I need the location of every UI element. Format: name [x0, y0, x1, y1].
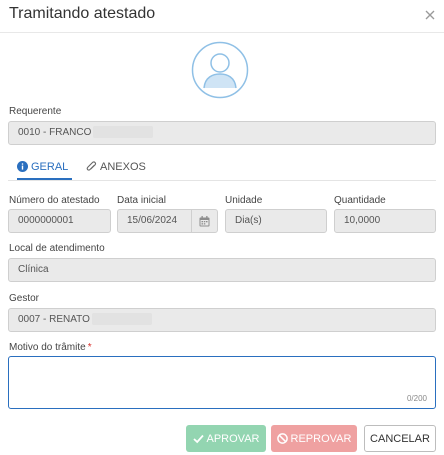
gestor-value: 0007 - RENATO — [18, 314, 90, 325]
requerente-label: Requerente — [9, 106, 62, 117]
dialog-header: Tramitando atestado — [0, 0, 444, 33]
approve-button-label: APROVAR — [206, 432, 260, 445]
approve-button[interactable]: APROVAR — [186, 425, 266, 452]
tab-bar: GERAL ANEXOS — [8, 155, 436, 181]
info-circle-icon — [17, 161, 28, 172]
local-field: Clínica — [8, 258, 436, 282]
ban-icon — [276, 433, 291, 444]
motivo-label-text: Motivo do trâmite — [9, 342, 86, 353]
close-icon[interactable] — [421, 6, 439, 24]
reject-button-label: REPROVAR — [290, 432, 352, 445]
cancel-button[interactable]: CANCELAR — [364, 425, 436, 452]
user-avatar-icon — [191, 41, 249, 99]
motivo-textarea[interactable]: 0/200 — [8, 356, 436, 409]
char-counter: 0/200 — [406, 394, 427, 403]
quantidade-label: Quantidade — [334, 195, 386, 206]
dialog-title: Tramitando atestado — [9, 5, 156, 22]
motivo-label: Motivo do trâmite * — [9, 342, 92, 353]
local-label: Local de atendimento — [9, 243, 105, 254]
check-icon — [192, 434, 207, 444]
requerente-field: 0010 - FRANCO — [8, 121, 436, 145]
tab-geral-label: GERAL — [31, 160, 69, 173]
gestor-label: Gestor — [9, 293, 40, 304]
data-inicial-field: 15/06/2024 — [117, 209, 192, 233]
reject-button[interactable]: REPROVAR — [271, 425, 357, 452]
required-mark: * — [87, 342, 92, 353]
paperclip-icon — [86, 161, 97, 173]
unidade-label: Unidade — [225, 195, 263, 206]
gestor-field: 0007 - RENATO — [8, 308, 436, 332]
tab-anexos-label: ANEXOS — [100, 161, 146, 173]
calendar-icon — [199, 215, 210, 227]
unidade-field: Dia(s) — [225, 209, 327, 233]
tab-anexos[interactable]: ANEXOS — [86, 155, 146, 179]
data-inicial-label: Data inicial — [117, 195, 166, 206]
requerente-value: 0010 - FRANCO — [18, 127, 92, 138]
redacted-text — [93, 126, 154, 139]
quantidade-field: 10,0000 — [334, 209, 436, 233]
numero-field: 0000000001 — [8, 209, 111, 233]
calendar-button[interactable] — [191, 209, 218, 233]
redacted-text — [91, 313, 152, 326]
tab-geral[interactable]: GERAL — [17, 155, 73, 180]
numero-label: Número do atestado — [9, 195, 100, 206]
